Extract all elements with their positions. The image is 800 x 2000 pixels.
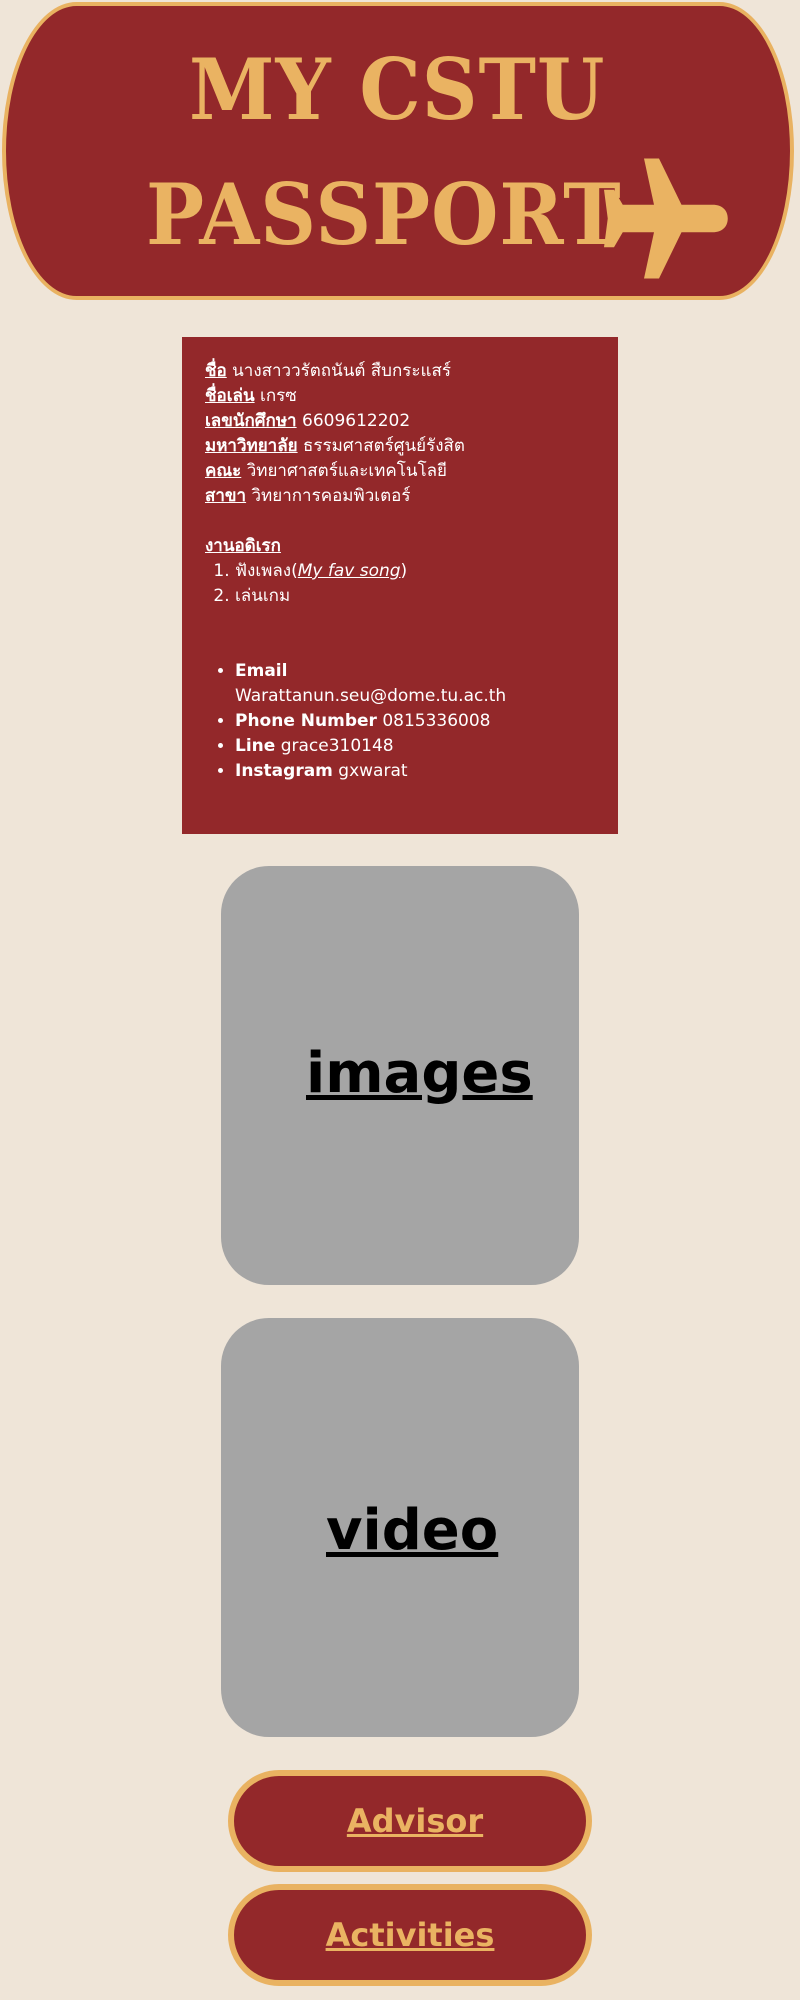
faculty-row: คณะ วิทยาศาสตร์และเทคโนโลยี — [205, 459, 618, 484]
video-card: video — [221, 1318, 579, 1737]
student-id-row: เลขนักศึกษา 6609612202 — [205, 409, 618, 434]
list-item: ฟังเพลง(My fav song) — [235, 559, 618, 584]
nickname-value: เกรซ — [260, 386, 297, 406]
name-value: นางสาววรัตถนันต์ สืบกระแสร์ — [232, 361, 451, 381]
instagram-label: Instagram — [235, 761, 333, 781]
airplane-icon — [604, 158, 728, 279]
images-card: images — [221, 866, 579, 1285]
phone-value: 0815336008 — [382, 711, 491, 731]
university-row: มหาวิทยาลัย ธรรมศาสตร์ศูนย์รังสิต — [205, 434, 618, 459]
nickname-row: ชื่อเล่น เกรซ — [205, 384, 618, 409]
profile-card: ชื่อ นางสาววรัตถนันต์ สืบกระแสร์ ชื่อเล่… — [182, 337, 618, 834]
faculty-label: คณะ — [205, 461, 242, 481]
email-value: Warattanun.seu@dome.tu.ac.th — [235, 686, 507, 706]
hobby-text: เล่นเกม — [235, 586, 291, 606]
activities-link[interactable]: Activities — [326, 1916, 495, 1954]
page-title-line2: PASSPORT — [146, 165, 622, 264]
major-row: สาขา วิทยาการคอมพิวเตอร์ — [205, 484, 618, 509]
student-id-value: 6609612202 — [302, 411, 411, 431]
line-value: grace310148 — [280, 736, 394, 756]
advisor-link[interactable]: Advisor — [347, 1802, 483, 1840]
images-link[interactable]: images — [306, 1041, 533, 1106]
phone-label: Phone Number — [235, 711, 377, 731]
list-item: เล่นเกม — [235, 584, 618, 609]
page-title-line1: MY CSTU — [189, 40, 606, 139]
list-item: Line grace310148 — [235, 734, 618, 759]
contact-list: Email Warattanun.seu@dome.tu.ac.th Phone… — [205, 659, 618, 784]
advisor-button[interactable]: Advisor — [228, 1770, 592, 1872]
list-item: Email Warattanun.seu@dome.tu.ac.th — [235, 659, 618, 709]
fav-song-link[interactable]: My fav song — [298, 561, 401, 581]
university-value: ธรรมศาสตร์ศูนย์รังสิต — [303, 436, 465, 456]
name-label: ชื่อ — [205, 361, 227, 381]
hobby-text: ฟังเพลง( — [235, 561, 298, 581]
activities-button[interactable]: Activities — [228, 1884, 592, 1986]
name-row: ชื่อ นางสาววรัตถนันต์ สืบกระแสร์ — [205, 359, 618, 384]
email-label: Email — [235, 661, 288, 681]
header-banner: MY CSTU PASSPORT — [2, 2, 794, 300]
major-label: สาขา — [205, 486, 247, 506]
list-item: Instagram gxwarat — [235, 759, 618, 784]
nickname-label: ชื่อเล่น — [205, 386, 255, 406]
instagram-value: gxwarat — [338, 761, 408, 781]
major-value: วิทยาการคอมพิวเตอร์ — [251, 486, 411, 506]
hobbies-heading: งานอดิเรก — [205, 536, 281, 556]
hobby-suffix: ) — [400, 561, 408, 581]
faculty-value: วิทยาศาสตร์และเทคโนโลยี — [246, 461, 447, 481]
student-id-label: เลขนักศึกษา — [205, 411, 297, 431]
list-item: Phone Number 0815336008 — [235, 709, 618, 734]
line-label: Line — [235, 736, 276, 756]
university-label: มหาวิทยาลัย — [205, 436, 298, 456]
hobbies-list: ฟังเพลง(My fav song) เล่นเกม — [205, 559, 618, 609]
video-link[interactable]: video — [326, 1498, 498, 1563]
